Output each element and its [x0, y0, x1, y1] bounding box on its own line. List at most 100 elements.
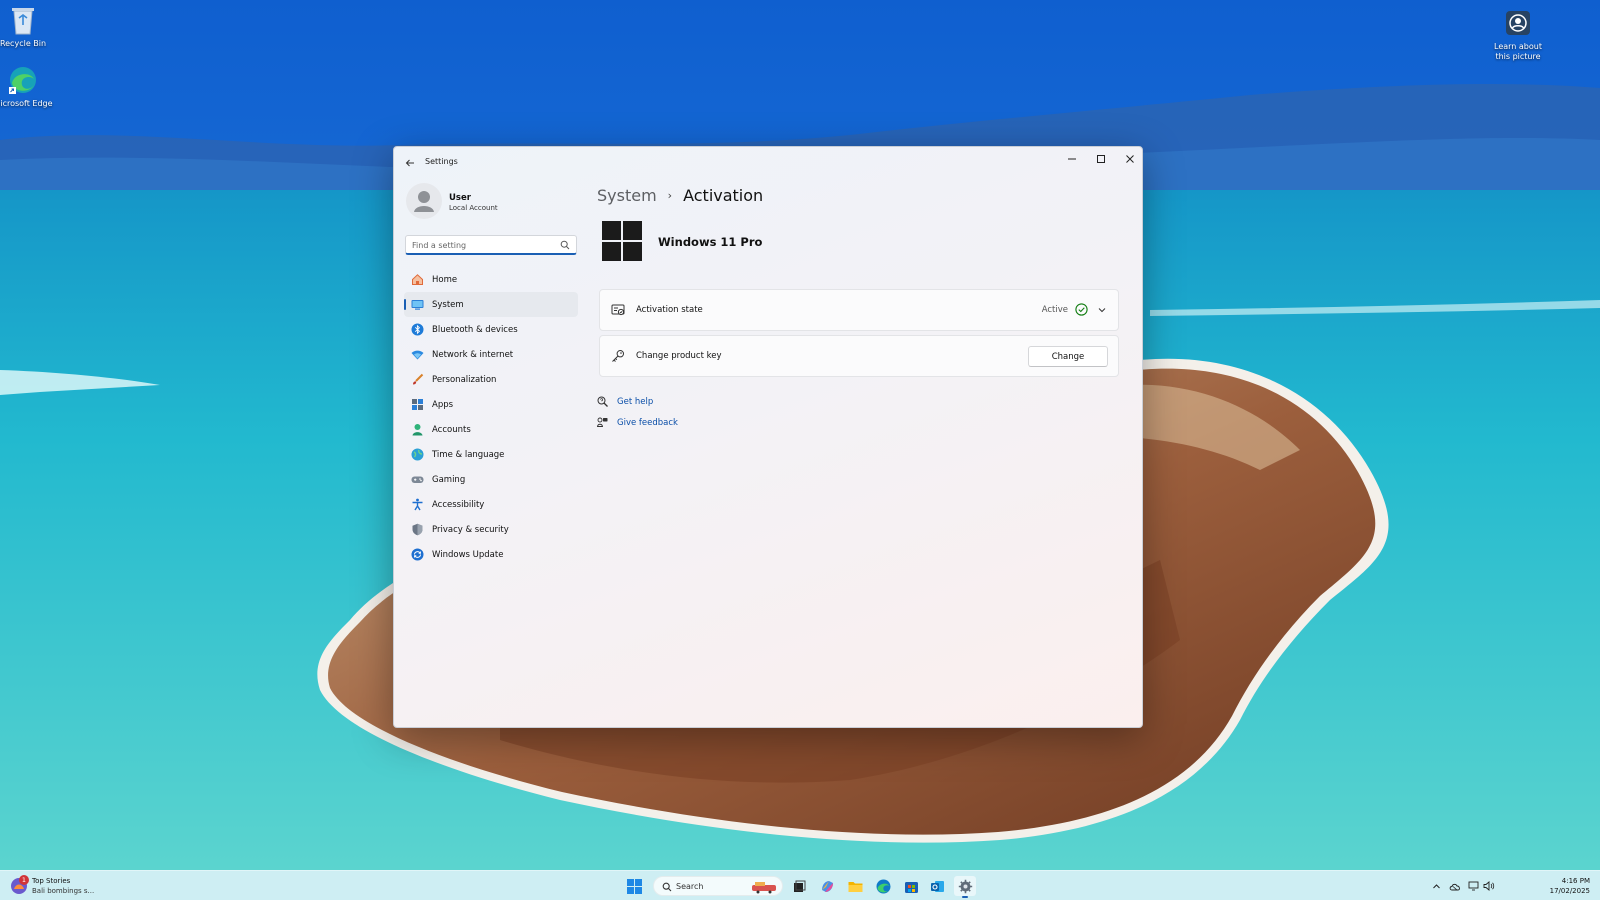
clock-time: 4:16 PM [1561, 877, 1590, 885]
taskbar-apps: Search [620, 871, 980, 900]
sidebar-item-gaming[interactable]: Gaming [404, 467, 578, 492]
recycle-bin-shortcut[interactable]: Recycle Bin [0, 3, 53, 49]
get-help-label[interactable]: Get help [617, 397, 653, 407]
close-button[interactable] [1115, 147, 1142, 171]
store-icon [904, 881, 918, 893]
user-avatar-icon [414, 191, 434, 212]
check-circle-icon [1075, 303, 1088, 316]
feedback-icon [597, 417, 608, 427]
sidebar-item-label: Time & language [432, 449, 505, 460]
copilot-button[interactable] [816, 876, 838, 896]
sidebar-item-label: Gaming [432, 474, 466, 485]
sidebar-nav: Home System Bluetooth & devices Network … [404, 267, 578, 567]
task-view-button[interactable] [788, 876, 810, 896]
learn-about-picture-shortcut[interactable]: Learn about this picture [1486, 6, 1550, 62]
camera-info-icon [1501, 6, 1535, 40]
chevron-up-icon[interactable] [1430, 880, 1442, 892]
sidebar-item-label: Accessibility [432, 499, 485, 510]
change-product-key-label: Change product key [636, 351, 722, 361]
personalization-icon [411, 373, 424, 386]
search-icon [662, 882, 672, 892]
account-type: Local Account [449, 204, 498, 212]
page-title: Activation [683, 185, 764, 205]
apps-icon [411, 398, 424, 411]
sidebar-item-time-language[interactable]: Time & language [404, 442, 578, 467]
give-feedback-label[interactable]: Give feedback [617, 418, 678, 428]
breadcrumb: System › Activation [597, 183, 763, 207]
sidebar-item-windows-update[interactable]: Windows Update [404, 542, 578, 567]
edge-icon [876, 879, 890, 893]
change-button[interactable]: Change [1028, 346, 1108, 367]
time-language-icon [411, 448, 424, 461]
system-tray: 4:16 PM 17/02/2025 [1430, 871, 1590, 900]
get-help-icon [597, 396, 608, 407]
edge-icon [6, 63, 40, 97]
sidebar-item-label: Privacy & security [432, 524, 509, 535]
sidebar-item-label: Personalization [432, 374, 497, 385]
recycle-bin-icon [6, 3, 40, 37]
key-icon [612, 349, 625, 362]
network-status-icon[interactable] [1468, 880, 1480, 892]
sidebar-item-label: Accounts [432, 424, 471, 435]
clock[interactable]: 4:16 PM 17/02/2025 [1550, 876, 1590, 896]
volume-icon[interactable] [1483, 880, 1495, 892]
onedrive-icon[interactable] [1449, 880, 1461, 892]
taskbar-search-label: Search [676, 882, 704, 891]
gear-icon [958, 879, 972, 893]
start-button[interactable] [623, 876, 645, 896]
sidebar-item-apps[interactable]: Apps [404, 392, 578, 417]
task-view-icon [793, 880, 805, 892]
activation-state-card[interactable]: Activation state Active [599, 289, 1119, 331]
taskbar-search[interactable]: Search [653, 876, 783, 896]
accessibility-icon [411, 498, 424, 511]
sidebar-item-bluetooth[interactable]: Bluetooth & devices [404, 317, 578, 342]
back-arrow-icon [405, 159, 414, 167]
edge-shortcut[interactable]: Microsoft Edge [0, 63, 53, 109]
back-button[interactable] [402, 155, 418, 171]
settings-window: Settings User Local Account Home System [393, 146, 1143, 728]
sidebar-item-label: Network & internet [432, 349, 514, 360]
close-icon [1125, 155, 1134, 163]
sidebar-item-label: Home [432, 274, 458, 285]
outlook-button[interactable] [926, 876, 948, 896]
avatar [406, 183, 442, 219]
maximize-button[interactable] [1086, 147, 1115, 171]
sidebar-item-system[interactable]: System [404, 292, 578, 317]
minimize-button[interactable] [1057, 147, 1086, 171]
search-icon [560, 240, 570, 250]
recycle-bin-label: Recycle Bin [0, 39, 47, 48]
windows-start-icon [626, 878, 642, 894]
activation-status: Active [1041, 305, 1068, 315]
sidebar-item-home[interactable]: Home [404, 267, 578, 292]
learn-about-picture-label: Learn about this picture [1494, 42, 1542, 61]
outlook-icon [930, 880, 944, 892]
chevron-down-icon[interactable] [1096, 304, 1108, 316]
bluetooth-icon [411, 323, 424, 336]
breadcrumb-system[interactable]: System [597, 186, 657, 205]
search-highlight-icon [752, 882, 776, 894]
sidebar-item-personalization[interactable]: Personalization [404, 367, 578, 392]
copilot-icon [821, 880, 833, 892]
sidebar-item-privacy[interactable]: Privacy & security [404, 517, 578, 542]
edge-taskbar-button[interactable] [872, 876, 894, 896]
search-input[interactable] [412, 238, 557, 252]
store-button[interactable] [900, 876, 922, 896]
network-icon [411, 348, 424, 361]
sidebar-item-accessibility[interactable]: Accessibility [404, 492, 578, 517]
breadcrumb-separator: › [667, 188, 673, 202]
taskbar: 1 Top Stories Bali bombings s... Search [0, 870, 1600, 900]
privacy-icon [411, 523, 424, 536]
folder-icon [848, 881, 862, 892]
user-profile[interactable]: User Local Account [406, 183, 576, 221]
clock-date: 17/02/2025 [1549, 887, 1590, 895]
edge-label: Microsoft Edge [0, 99, 53, 108]
sidebar-item-label: Bluetooth & devices [432, 324, 518, 335]
sidebar-item-accounts[interactable]: Accounts [404, 417, 578, 442]
sidebar-item-network[interactable]: Network & internet [404, 342, 578, 367]
accounts-icon [411, 423, 424, 436]
settings-search[interactable] [405, 235, 577, 255]
widgets-button[interactable]: 1 Top Stories Bali bombings s... [10, 875, 120, 897]
file-explorer-button[interactable] [844, 876, 866, 896]
system-icon [411, 298, 424, 311]
settings-taskbar-button[interactable] [954, 876, 976, 898]
